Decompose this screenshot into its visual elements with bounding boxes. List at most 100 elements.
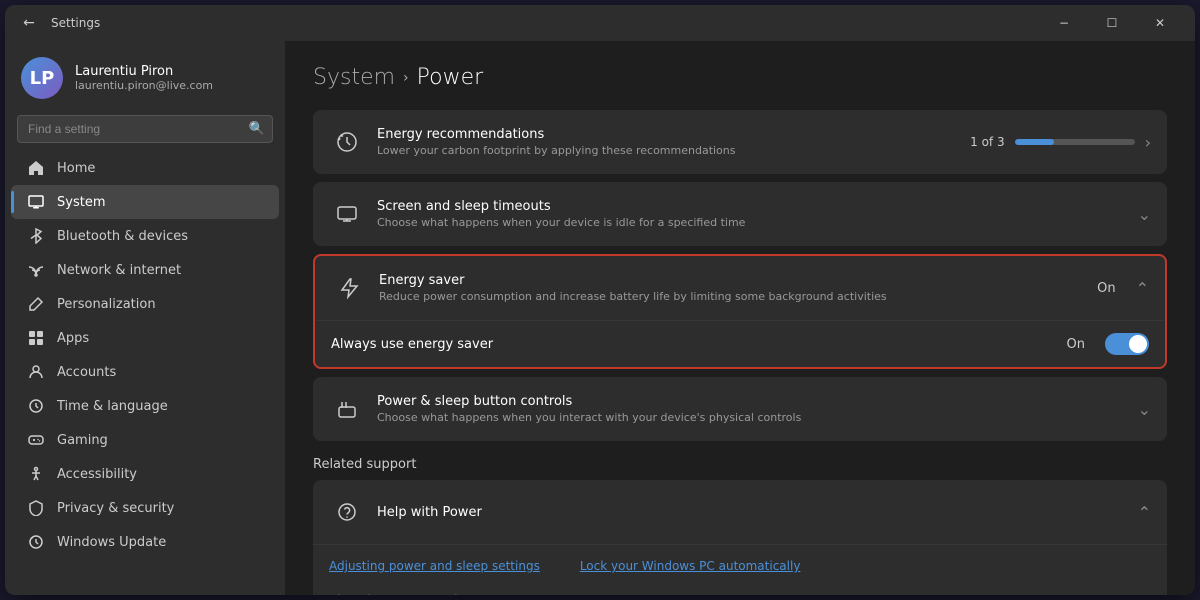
user-name: Laurentiu Piron xyxy=(75,64,213,79)
energy-recommendations-row[interactable]: Energy recommendations Lower your carbon… xyxy=(313,110,1167,174)
power-sleep-desc: Choose what happens when you interact wi… xyxy=(377,411,1138,424)
energy-rec-right: 1 of 3 › xyxy=(970,133,1151,152)
maximize-button[interactable]: ☐ xyxy=(1089,5,1135,41)
energy-rec-title: Energy recommendations xyxy=(377,127,970,142)
home-icon xyxy=(27,159,45,177)
energy-saver-title: Energy saver xyxy=(379,273,1097,288)
help-link-1[interactable]: Lock your Windows PC automatically xyxy=(580,559,801,573)
always-energy-saver-right: On xyxy=(1067,333,1149,355)
accessibility-icon xyxy=(27,465,45,483)
titlebar: ← Settings − ☐ ✕ xyxy=(5,5,1195,41)
sidebar-item-apps[interactable]: Apps xyxy=(11,321,279,355)
help-chevron: ⌃ xyxy=(1138,503,1151,522)
screen-sleep-text: Screen and sleep timeouts Choose what ha… xyxy=(377,199,1138,229)
apps-icon xyxy=(27,329,45,347)
power-sleep-right: ⌄ xyxy=(1138,400,1151,419)
power-sleep-text: Power & sleep button controls Choose wha… xyxy=(377,394,1138,424)
sidebar-label-system: System xyxy=(57,195,105,210)
sidebar-label-network: Network & internet xyxy=(57,263,181,278)
system-icon xyxy=(27,193,45,211)
always-energy-saver-row: Always use energy saver On xyxy=(315,321,1165,367)
sidebar-item-network[interactable]: Network & internet xyxy=(11,253,279,287)
help-link-0[interactable]: Adjusting power and sleep settings xyxy=(329,559,540,573)
update-icon xyxy=(27,533,45,551)
help-icon xyxy=(329,494,365,530)
avatar: LP xyxy=(21,57,63,99)
toggle-knob xyxy=(1129,335,1147,353)
breadcrumb-parent[interactable]: System xyxy=(313,65,395,90)
back-button[interactable]: ← xyxy=(17,11,41,35)
energy-saver-toggle[interactable] xyxy=(1105,333,1149,355)
energy-rec-icon xyxy=(329,124,365,160)
sidebar-item-bluetooth[interactable]: Bluetooth & devices xyxy=(11,219,279,253)
help-link-2[interactable]: Changing power mode xyxy=(329,593,465,595)
page-header: System › Power xyxy=(313,65,1167,90)
sidebar-label-privacy: Privacy & security xyxy=(57,501,174,516)
app-title: Settings xyxy=(51,16,100,30)
sidebar-label-bluetooth: Bluetooth & devices xyxy=(57,229,188,244)
power-sleep-title: Power & sleep button controls xyxy=(377,394,1138,409)
help-title-text: Help with Power xyxy=(377,505,1138,520)
power-sleep-icon xyxy=(329,391,365,427)
sidebar-item-home[interactable]: Home xyxy=(11,151,279,185)
gaming-icon xyxy=(27,431,45,449)
energy-rec-badge: 1 of 3 xyxy=(970,135,1004,149)
help-links: Adjusting power and sleep settings Lock … xyxy=(313,545,1167,589)
sidebar-label-accessibility: Accessibility xyxy=(57,467,137,482)
help-title: Help with Power xyxy=(377,505,1138,520)
power-sleep-chevron: ⌄ xyxy=(1138,400,1151,419)
related-support-title: Related support xyxy=(313,457,1167,472)
user-profile[interactable]: LP Laurentiu Piron laurentiu.piron@live.… xyxy=(5,41,285,111)
screen-sleep-row[interactable]: Screen and sleep timeouts Choose what ha… xyxy=(313,182,1167,246)
power-sleep-row[interactable]: Power & sleep button controls Choose wha… xyxy=(313,377,1167,441)
bluetooth-icon xyxy=(27,227,45,245)
settings-window: ← Settings − ☐ ✕ LP Laurentiu Piron laur… xyxy=(5,5,1195,595)
screen-sleep-chevron: ⌄ xyxy=(1138,205,1151,224)
screen-sleep-icon xyxy=(329,196,365,232)
search-input[interactable] xyxy=(17,115,273,143)
power-sleep-card: Power & sleep button controls Choose wha… xyxy=(313,377,1167,441)
sidebar-item-personalization[interactable]: Personalization xyxy=(11,287,279,321)
energy-saver-card: Energy saver Reduce power consumption an… xyxy=(313,254,1167,369)
energy-rec-chevron: › xyxy=(1145,133,1151,152)
help-header[interactable]: Help with Power ⌃ xyxy=(313,480,1167,545)
always-energy-saver-status: On xyxy=(1067,337,1085,352)
sidebar-label-update: Windows Update xyxy=(57,535,166,550)
screen-sleep-desc: Choose what happens when your device is … xyxy=(377,216,1138,229)
sidebar-item-accounts[interactable]: Accounts xyxy=(11,355,279,389)
sidebar-item-time[interactable]: Time & language xyxy=(11,389,279,423)
energy-saver-chevron: ⌃ xyxy=(1136,279,1149,298)
sidebar-item-accessibility[interactable]: Accessibility xyxy=(11,457,279,491)
search-icon: 🔍 xyxy=(249,122,265,137)
energy-recommendations-card: Energy recommendations Lower your carbon… xyxy=(313,110,1167,174)
sidebar-item-gaming[interactable]: Gaming xyxy=(11,423,279,457)
search-box: 🔍 xyxy=(17,115,273,143)
screen-sleep-right: ⌄ xyxy=(1138,205,1151,224)
help-right: ⌃ xyxy=(1138,503,1151,522)
main-content: System › Power Energy recommendations Lo… xyxy=(285,41,1195,595)
energy-rec-text: Energy recommendations Lower your carbon… xyxy=(377,127,970,157)
always-energy-saver-text: Always use energy saver xyxy=(331,337,1067,352)
sidebar-item-update[interactable]: Windows Update xyxy=(11,525,279,559)
sidebar-label-time: Time & language xyxy=(57,399,168,414)
energy-saver-header[interactable]: Energy saver Reduce power consumption an… xyxy=(315,256,1165,321)
energy-saver-icon xyxy=(331,270,367,306)
help-card: Help with Power ⌃ Adjusting power and sl… xyxy=(313,480,1167,595)
breadcrumb-chevron: › xyxy=(403,70,409,86)
brush-icon xyxy=(27,295,45,313)
minimize-button[interactable]: − xyxy=(1041,5,1087,41)
sidebar-label-gaming: Gaming xyxy=(57,433,108,448)
energy-saver-right: On ⌃ xyxy=(1097,279,1149,298)
close-button[interactable]: ✕ xyxy=(1137,5,1183,41)
energy-saver-status: On xyxy=(1097,281,1115,296)
clock-icon xyxy=(27,397,45,415)
shield-icon xyxy=(27,499,45,517)
user-email: laurentiu.piron@live.com xyxy=(75,79,213,92)
page-title: Power xyxy=(417,65,484,90)
sidebar-item-privacy[interactable]: Privacy & security xyxy=(11,491,279,525)
always-energy-saver-label: Always use energy saver xyxy=(331,337,1067,352)
sidebar-label-apps: Apps xyxy=(57,331,89,346)
screen-sleep-title: Screen and sleep timeouts xyxy=(377,199,1138,214)
sidebar-item-system[interactable]: System xyxy=(11,185,279,219)
related-support-section: Related support Help with Power ⌃ xyxy=(313,457,1167,595)
